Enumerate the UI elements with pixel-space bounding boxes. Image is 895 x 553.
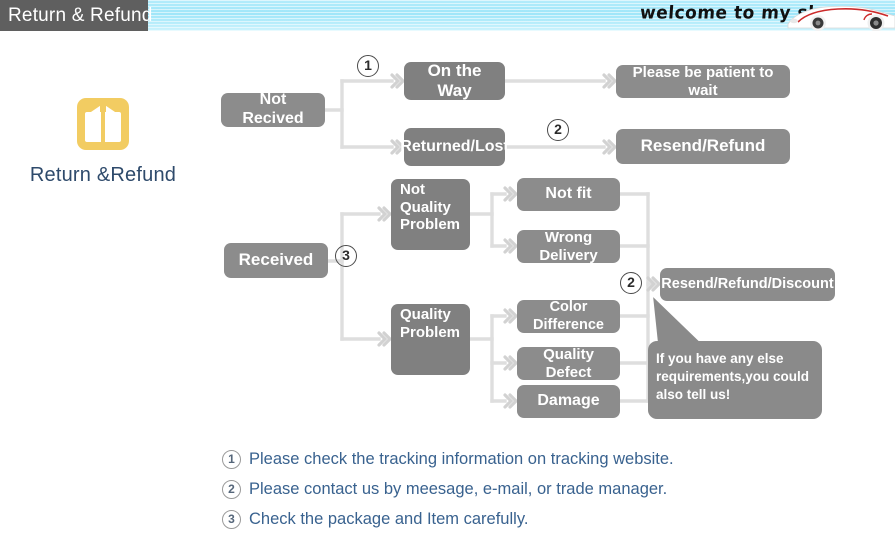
callout-line-3: also tell us!	[656, 386, 731, 402]
flow-node-line: Quality Defect	[543, 345, 594, 381]
flow-node-line: Not	[400, 181, 425, 198]
note-number: 3	[222, 509, 241, 529]
flow-marker-marker-2-top: 2	[547, 119, 569, 141]
flow-node-line: Quality	[400, 198, 451, 216]
note-number: 1	[222, 449, 241, 469]
flow-marker-marker-1-top: 1	[357, 55, 379, 77]
flow-node-line: Damage	[537, 392, 600, 410]
flow-node-line: Color Difference	[533, 299, 604, 333]
callout-bubble: If you have any else requirements,you co…	[648, 341, 822, 419]
flow-node-line: Problem	[400, 216, 461, 234]
flow-node-returned-lost[interactable]: Returned/Lost	[400, 128, 509, 166]
note-row: 3 Check the package and Item carefully.	[222, 504, 862, 534]
flow-node-line: Wrong Delivery	[539, 228, 598, 264]
flow-node-on-the-way[interactable]: On the Way	[404, 60, 505, 100]
note-text: Please contact us by meesage, e-mail, or…	[249, 479, 668, 498]
callout-line-2: requirements,you could	[656, 368, 810, 384]
flow-node-line: Problem	[400, 323, 461, 341]
flow-node-line: Please be patient to wait	[632, 63, 774, 99]
flow-node-not-fit[interactable]: Not fit	[517, 178, 620, 211]
flow-node-quality-problem[interactable]: Quality Problem	[391, 304, 470, 375]
flow-node-resend-refund-discount[interactable]: Resend/Refund/Discount	[660, 268, 835, 301]
flow-node-line: Resend/Refund/Discount	[661, 275, 834, 292]
flow-node-please-wait[interactable]: Please be patient to wait	[616, 63, 790, 99]
flow-node-line: On the Way	[427, 60, 482, 100]
flow-node-wrong-delivery[interactable]: Wrong Delivery	[517, 228, 620, 264]
note-row: 2 Please contact us by meesage, e-mail, o…	[222, 474, 862, 504]
flow-node-not-quality-problem[interactable]: Not Quality Problem	[391, 179, 470, 250]
note-number: 2	[222, 479, 241, 499]
flow-marker-marker-2-right: 2	[620, 272, 642, 294]
flow-node-line: Returned/Lost	[400, 137, 509, 155]
flow-node-received[interactable]: Received	[224, 243, 328, 278]
flow-node-line: Not fit	[545, 185, 592, 203]
note-text: Please check the tracking information on…	[249, 449, 674, 468]
flow-node-resend-refund[interactable]: Resend/Refund	[616, 129, 790, 164]
flow-node-line: Quality	[400, 306, 451, 323]
flow-node-quality-defect[interactable]: Quality Defect	[517, 345, 620, 381]
callout-line-1: If you have any else	[656, 351, 784, 366]
flow-node-line: Not Recived	[242, 91, 304, 127]
footer-notes: 1 Please check the tracking information o…	[222, 444, 862, 534]
flowchart: Not Recived On the Way Returned/Lost Please…	[0, 0, 895, 440]
flow-node-line: Received	[238, 250, 314, 270]
note-row: 1 Please check the tracking information o…	[222, 444, 862, 474]
flow-node-line: Resend/Refund	[640, 136, 766, 156]
note-text: Check the package and Item carefully.	[249, 509, 529, 528]
flow-marker-marker-3-mid: 3	[335, 245, 357, 267]
flow-node-color-difference[interactable]: Color Difference	[517, 299, 620, 333]
flow-node-damage[interactable]: Damage	[517, 385, 620, 418]
return-refund-infographic: Return & Refund welcome to my shop Retur…	[0, 0, 895, 553]
flow-node-not-recived[interactable]: Not Recived	[221, 91, 325, 127]
